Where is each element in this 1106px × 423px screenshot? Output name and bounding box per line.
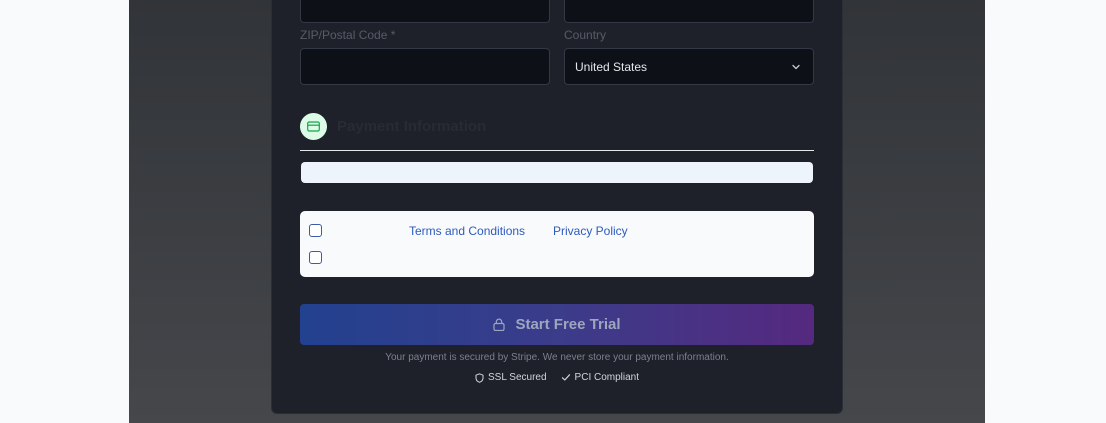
zip-field[interactable] (300, 48, 550, 85)
terms-checkbox[interactable] (309, 224, 322, 237)
country-select-value: United States (575, 60, 648, 74)
agreements-box (300, 211, 814, 277)
pci-badge: PCI Compliant (561, 372, 639, 383)
ssl-label: SSL Secured (487, 372, 547, 383)
section-divider (300, 150, 814, 151)
start-trial-label: Start Free Trial (515, 316, 621, 333)
secure-note: Your payment is secured by Stripe. We ne… (385, 352, 729, 363)
privacy-link[interactable]: Privacy Policy (553, 224, 628, 238)
start-trial-button[interactable]: Start Free Trial (300, 304, 814, 345)
country-label: Country (564, 28, 607, 42)
credit-card-icon (300, 113, 327, 140)
chevron-down-icon (792, 64, 800, 70)
state-field[interactable] (564, 0, 814, 23)
check-icon (561, 374, 570, 381)
card-element-input[interactable] (301, 162, 813, 183)
zip-label: ZIP/Postal Code * (300, 28, 396, 42)
terms-link[interactable]: Terms and Conditions (409, 224, 525, 238)
country-select[interactable]: United States (564, 48, 814, 85)
pci-label: PCI Compliant (574, 372, 640, 383)
city-field[interactable] (300, 0, 550, 23)
lock-icon (493, 318, 506, 331)
security-badges: SSL Secured PCI Compliant (300, 372, 814, 383)
marketing-checkbox[interactable] (309, 251, 322, 264)
ssl-badge: SSL Secured (475, 372, 547, 383)
payment-section-title: Payment Information (337, 118, 487, 135)
shield-icon (475, 372, 484, 383)
